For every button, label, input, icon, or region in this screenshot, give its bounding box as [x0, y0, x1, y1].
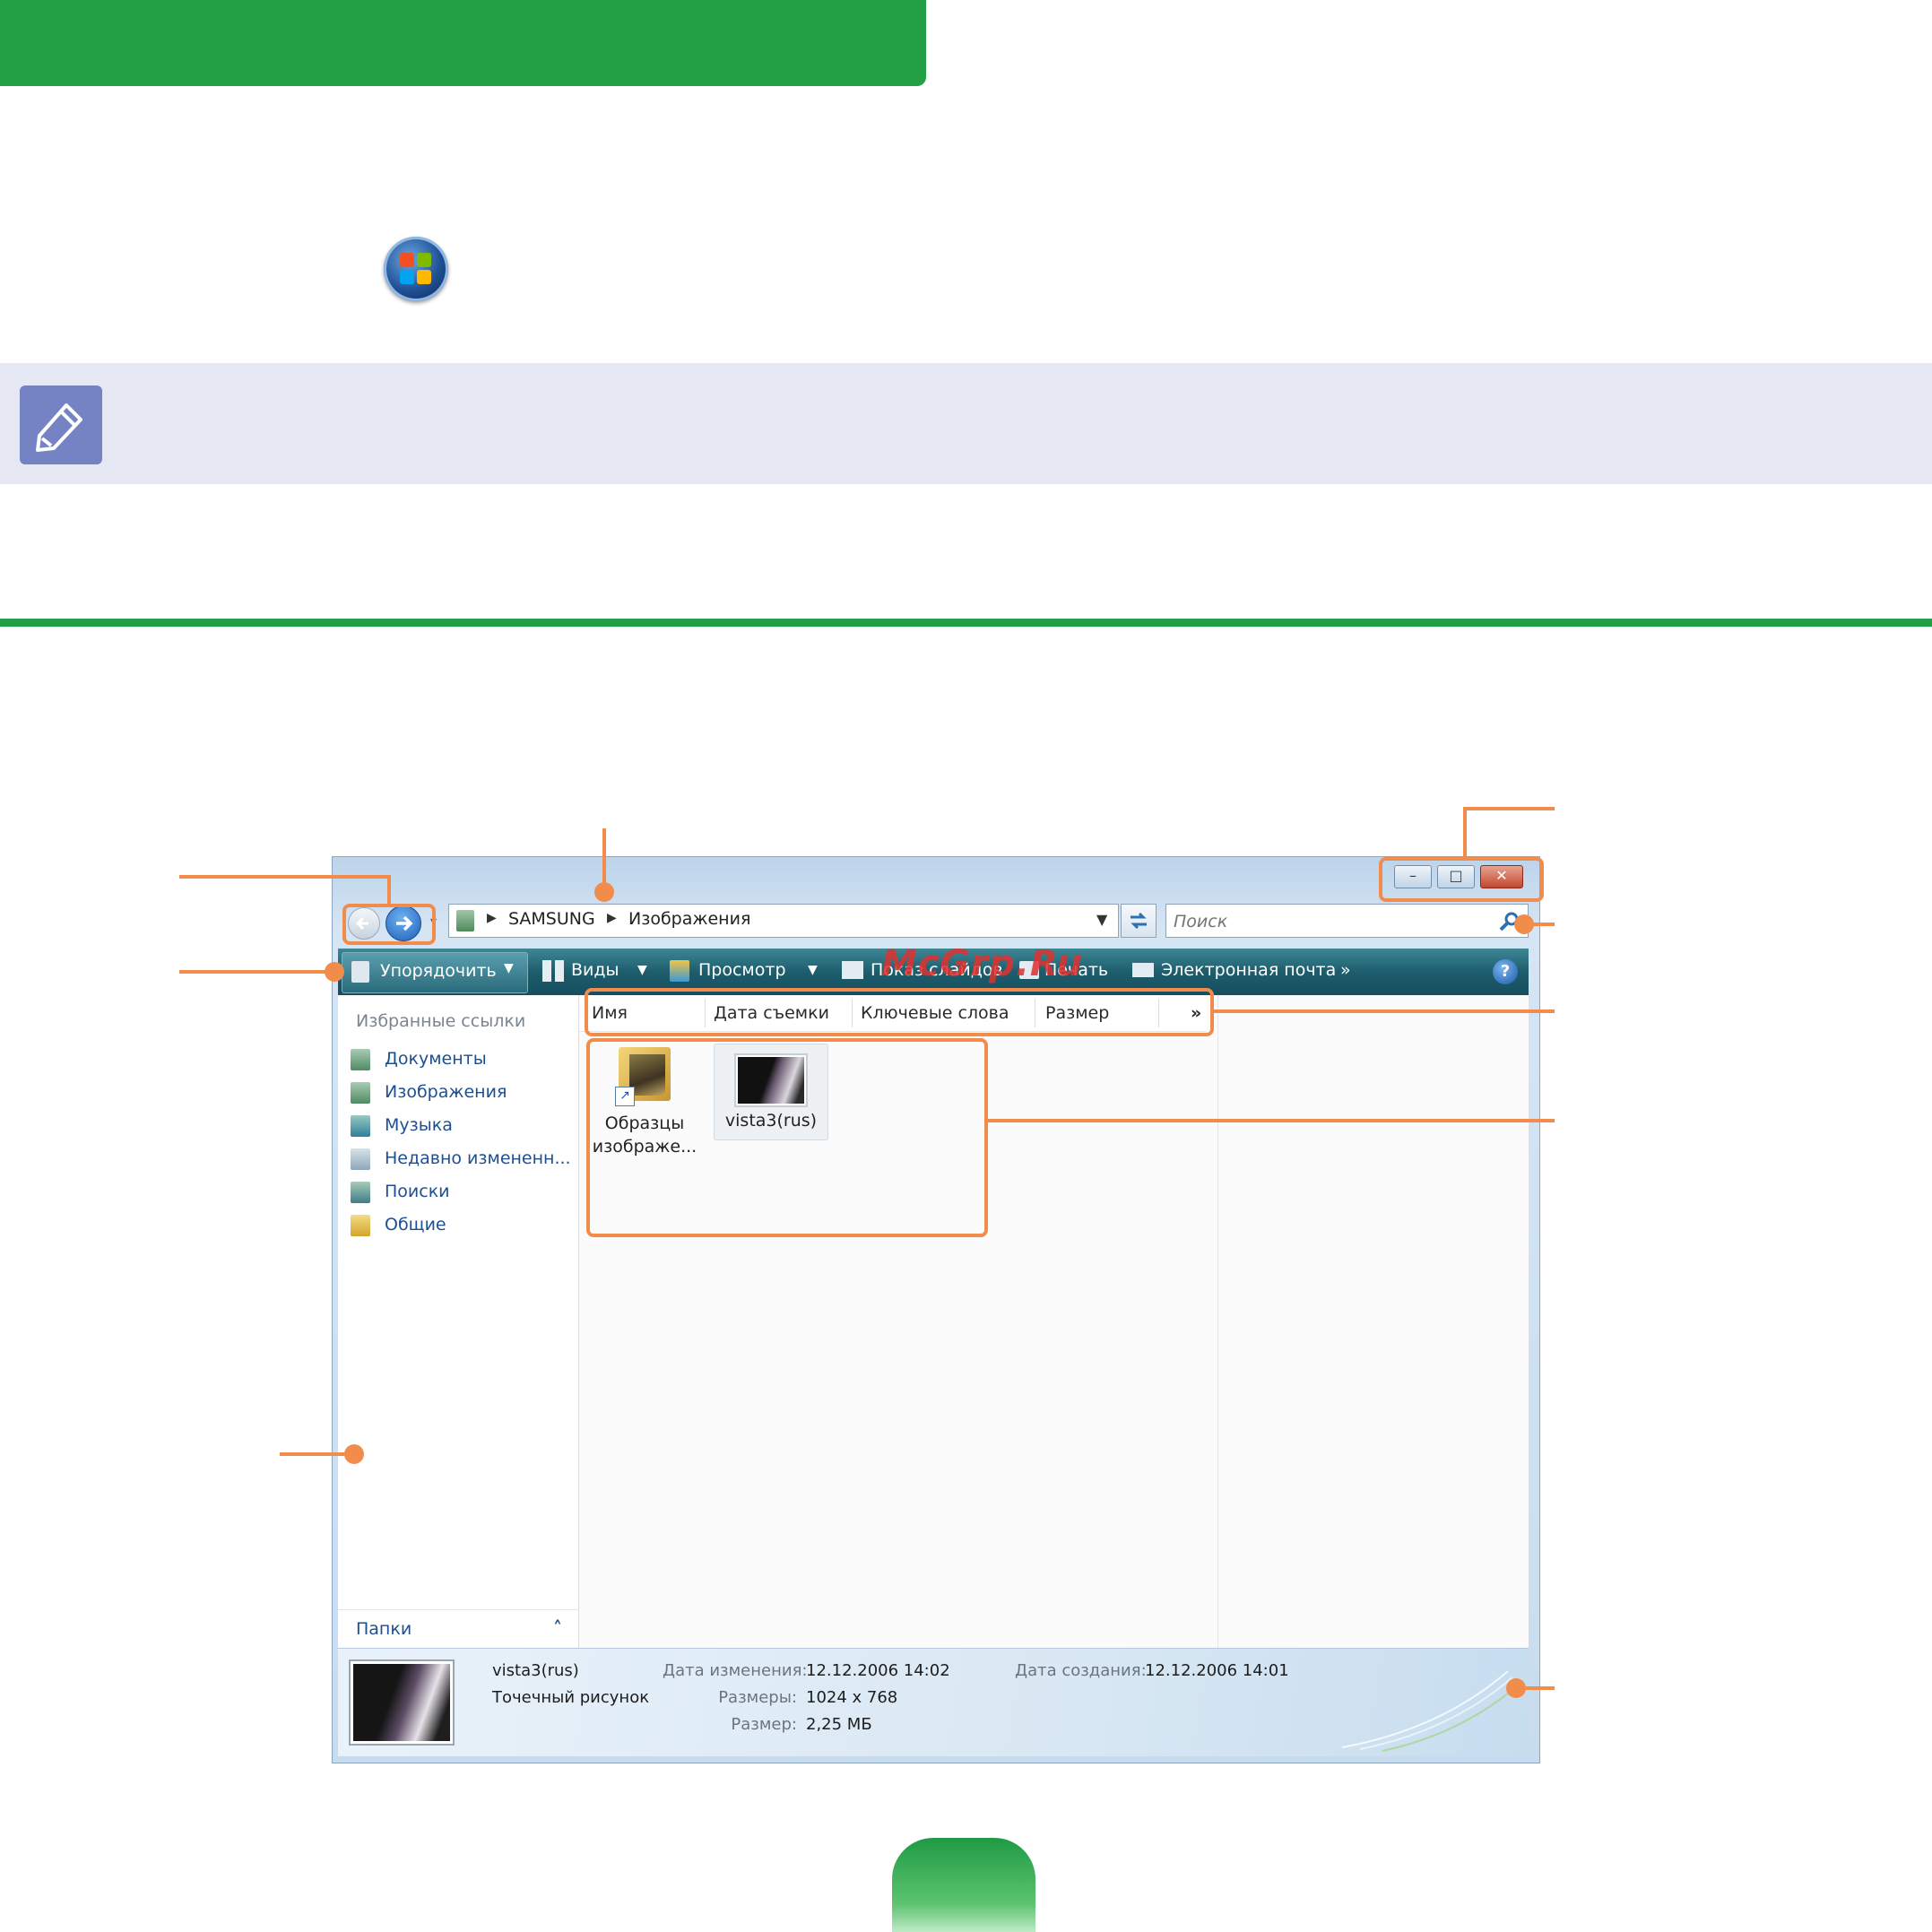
- refresh-icon: [1131, 912, 1147, 930]
- email-icon: [1132, 963, 1154, 977]
- sidebar-item-searches[interactable]: Поиски: [338, 1178, 578, 1207]
- searches-icon: [351, 1182, 370, 1203]
- callout-line: [179, 875, 391, 879]
- callout-box-file-list: [586, 1038, 988, 1237]
- breadcrumb-samsung[interactable]: SAMSUNG: [508, 909, 595, 929]
- folder-location-icon: [456, 910, 474, 931]
- address-bar[interactable]: ▶ SAMSUNG ▶ Изображения ▼: [448, 904, 1119, 938]
- sidebar-item-music[interactable]: Музыка: [338, 1112, 578, 1140]
- dropdown-arrow-icon: ▼: [808, 963, 818, 977]
- details-file-type: Точечный рисунок: [492, 1688, 650, 1707]
- details-created-value: 12.12.2006 14:01: [1145, 1661, 1289, 1680]
- details-pane: vista3(rus) Точечный рисунок Дата измене…: [338, 1648, 1529, 1756]
- sidebar-item-label: Изображения: [385, 1082, 507, 1102]
- breadcrumb-separator-icon: ▶: [607, 911, 617, 925]
- dropdown-arrow-icon: ▼: [637, 963, 647, 977]
- callout-line: [387, 875, 391, 905]
- details-file-name: vista3(rus): [492, 1661, 579, 1680]
- details-decoration-icon: [1341, 1670, 1518, 1752]
- email-label: Электронная почта: [1161, 960, 1337, 980]
- details-size-value: 2,25 МБ: [806, 1715, 872, 1734]
- callout-line: [1522, 1686, 1555, 1690]
- watermark: McGrp.Ru: [881, 943, 1083, 984]
- pictures-icon: [351, 1082, 370, 1104]
- header-bar: [0, 0, 926, 86]
- help-button[interactable]: ?: [1493, 959, 1518, 984]
- details-dimensions-value: 1024 x 768: [806, 1688, 898, 1707]
- callout-dot: [594, 882, 614, 902]
- public-folder-icon: [351, 1215, 370, 1236]
- callout-line: [1463, 807, 1467, 859]
- note-band: [0, 363, 1932, 484]
- details-created-label: Дата создания:: [1015, 1661, 1147, 1680]
- sidebar-item-label: Общие: [385, 1215, 446, 1235]
- callout-line: [986, 1119, 1555, 1122]
- note-pencil-icon: [20, 386, 102, 464]
- folders-label: Папки: [356, 1619, 412, 1639]
- slideshow-icon: [842, 961, 863, 979]
- favorite-links-heading: Избранные ссылки: [356, 1011, 526, 1031]
- refresh-button[interactable]: [1121, 904, 1157, 938]
- details-dimensions-label: Размеры:: [718, 1688, 797, 1707]
- recent-icon: [351, 1148, 370, 1170]
- organize-icon: [351, 961, 369, 983]
- windows-start-icon: [384, 237, 448, 301]
- sidebar-item-documents[interactable]: Документы: [338, 1045, 578, 1074]
- callout-line: [179, 970, 334, 974]
- music-icon: [351, 1115, 370, 1137]
- callout-line: [280, 1452, 348, 1456]
- search-box[interactable]: [1165, 904, 1529, 938]
- callout-box-column-headers: [585, 988, 1214, 1036]
- folders-toggle[interactable]: Папки ˄: [338, 1609, 578, 1649]
- dropdown-arrow-icon: ▼: [504, 961, 514, 975]
- address-dropdown-icon[interactable]: ▼: [1096, 911, 1107, 928]
- breadcrumb-separator-icon: ▶: [487, 911, 497, 925]
- callout-line: [1528, 923, 1555, 926]
- sidebar-item-label: Недавно измененн...: [385, 1148, 571, 1168]
- sidebar-item-pictures[interactable]: Изображения: [338, 1079, 578, 1107]
- details-modified-value: 12.12.2006 14:02: [806, 1661, 950, 1680]
- organize-button[interactable]: Упорядочить ▼: [342, 952, 528, 993]
- views-label: Виды: [571, 960, 619, 980]
- help-icon: ?: [1500, 962, 1511, 981]
- callout-dot: [344, 1444, 364, 1464]
- chevron-up-icon: ˄: [553, 1617, 562, 1639]
- breadcrumb-pictures[interactable]: Изображения: [628, 909, 750, 929]
- details-modified-label: Дата изменения:: [663, 1661, 808, 1680]
- sidebar-item-label: Поиски: [385, 1182, 450, 1201]
- preview-thumbnail: [349, 1659, 455, 1746]
- callout-dot: [325, 962, 344, 982]
- sidebar-item-recent[interactable]: Недавно измененн...: [338, 1145, 578, 1174]
- preview-icon: [670, 960, 689, 982]
- sidebar-item-public[interactable]: Общие: [338, 1211, 578, 1240]
- organize-label: Упорядочить: [380, 961, 497, 981]
- pane-divider: [1217, 995, 1218, 1648]
- callout-line: [1212, 1009, 1555, 1013]
- search-input[interactable]: [1172, 908, 1480, 935]
- navigation-pane: Избранные ссылки Документы Изображения М…: [338, 995, 579, 1648]
- callout-line: [1463, 807, 1555, 810]
- sidebar-item-label: Документы: [385, 1049, 487, 1069]
- page-number-tab: [892, 1838, 1035, 1932]
- callout-box-window-controls: [1379, 857, 1544, 902]
- callout-box-nav-buttons: [342, 904, 436, 945]
- toolbar-overflow-button[interactable]: »: [1340, 960, 1351, 980]
- documents-icon: [351, 1049, 370, 1070]
- preview-label: Просмотр: [698, 960, 786, 980]
- views-icon: [542, 960, 564, 982]
- sidebar-item-label: Музыка: [385, 1115, 453, 1135]
- details-size-label: Размер:: [731, 1715, 797, 1734]
- section-divider: [0, 619, 1932, 627]
